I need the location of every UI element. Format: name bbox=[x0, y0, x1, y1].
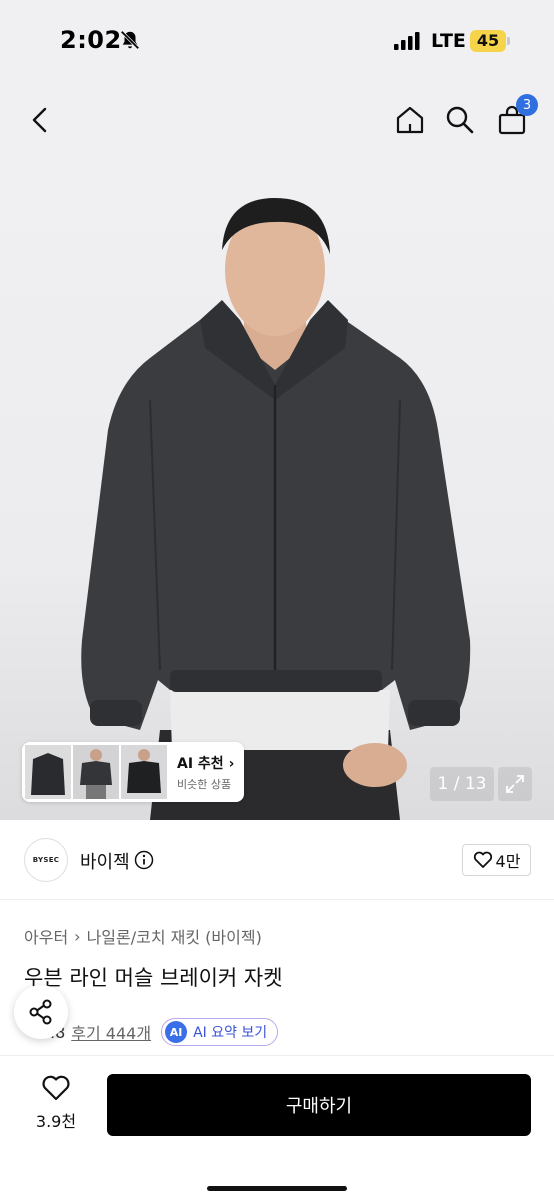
ai-summary-button[interactable]: AI AI 요약 보기 bbox=[161, 1018, 279, 1046]
brand-name[interactable]: 바이젝 bbox=[80, 848, 130, 874]
brand-logo[interactable]: BYSEC bbox=[24, 838, 68, 882]
back-button[interactable] bbox=[20, 100, 60, 140]
cart-button[interactable]: 3 bbox=[492, 94, 538, 140]
breadcrumb-item[interactable]: 나일론/코치 재킷 (바이젝) bbox=[87, 928, 262, 947]
heart-icon bbox=[42, 1075, 70, 1101]
ai-recommend-strip[interactable]: AI 추천 › 비슷한 상품 bbox=[22, 742, 244, 802]
product-image-gallery[interactable]: AI 추천 › 비슷한 상품 1 / 13 bbox=[0, 170, 554, 820]
battery-icon: 45 bbox=[470, 30, 510, 52]
top-area: 2:02 LTE 45 3 bbox=[0, 0, 554, 170]
expand-icon bbox=[506, 775, 524, 793]
expand-button[interactable] bbox=[498, 767, 532, 801]
share-button[interactable] bbox=[14, 985, 68, 1039]
home-icon bbox=[396, 106, 424, 134]
buy-button[interactable]: 구매하기 bbox=[107, 1074, 531, 1136]
ai-recommend-title: AI 추천 › bbox=[177, 755, 235, 772]
chevron-left-icon bbox=[32, 107, 47, 133]
cart-count-badge: 3 bbox=[516, 94, 538, 116]
ai-recommend-subtitle: 비슷한 상품 bbox=[177, 777, 232, 791]
share-icon bbox=[29, 999, 52, 1025]
status-time: 2:02 bbox=[60, 26, 122, 54]
brand-row: BYSEC 바이젝 4만 bbox=[0, 830, 554, 900]
status-bar: 2:02 LTE 45 bbox=[0, 0, 554, 84]
chevron-right-icon: › bbox=[228, 755, 235, 772]
home-indicator bbox=[207, 1186, 347, 1191]
heart-icon bbox=[473, 851, 492, 868]
recommend-thumb[interactable] bbox=[25, 745, 71, 799]
product-image bbox=[81, 198, 471, 820]
brand-like-count: 4만 bbox=[495, 852, 521, 871]
home-button[interactable] bbox=[390, 100, 430, 140]
search-icon bbox=[446, 106, 474, 134]
recommend-thumb[interactable] bbox=[73, 745, 119, 799]
nav-bar: 3 bbox=[0, 90, 554, 150]
breadcrumb: 아우터 › 나일론/코치 재킷 (바이젝) bbox=[24, 924, 262, 948]
wishlist-count: 3.9천 bbox=[35, 1112, 77, 1131]
bottom-action-bar: 3.9천 구매하기 bbox=[0, 1055, 554, 1200]
wishlist-button[interactable]: 3.9천 bbox=[20, 1074, 92, 1138]
signal-icon bbox=[394, 32, 420, 50]
brand-like-button[interactable]: 4만 bbox=[462, 844, 531, 876]
chevron-right-icon: › bbox=[74, 926, 81, 946]
review-link[interactable]: 후기 444개 bbox=[71, 1020, 151, 1044]
battery-level: 45 bbox=[476, 31, 500, 50]
product-title: 우븐 라인 머슬 브레이커 자켓 bbox=[24, 966, 283, 990]
search-button[interactable] bbox=[440, 100, 480, 140]
ai-badge-icon: AI bbox=[165, 1021, 188, 1043]
ai-summary-label: AI 요약 보기 bbox=[193, 1025, 268, 1041]
recommend-thumb[interactable] bbox=[121, 745, 167, 799]
image-page-counter: 1 / 13 bbox=[430, 767, 494, 801]
network-label: LTE bbox=[431, 30, 466, 52]
ai-recommend-label[interactable]: AI 추천 › 비슷한 상품 bbox=[177, 753, 234, 792]
info-icon[interactable] bbox=[134, 850, 154, 870]
bell-mute-icon bbox=[120, 30, 140, 50]
breadcrumb-item[interactable]: 아우터 bbox=[24, 928, 68, 947]
